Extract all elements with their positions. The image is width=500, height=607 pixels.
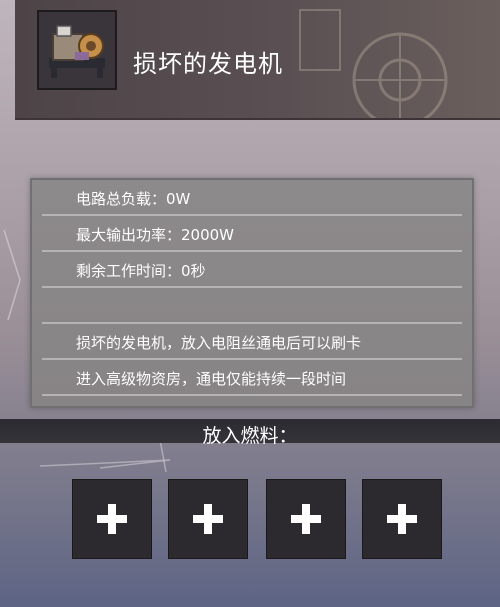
fuel-slot-3[interactable] [266,479,346,559]
info-row-description-2: 进入高级物资房，通电仅能持续一段时间 [42,360,462,396]
fuel-title: 放入燃料： [202,425,298,447]
plus-icon [193,504,223,534]
generator-header: 损坏的发电机 [15,0,500,120]
generator-name: 损坏的发电机 [133,50,283,78]
machine-background-decoration [299,9,448,118]
max-output-text: 最大输出功率：2000W [76,226,235,244]
description-line-2: 进入高级物资房，通电仅能持续一段时间 [76,370,347,388]
plus-icon [291,504,321,534]
remaining-time-text: 剩余工作时间：0秒 [76,262,206,280]
generator-info-panel: 电路总负载：0W 最大输出功率：2000W 剩余工作时间：0秒 损坏的发电机，放… [30,178,474,408]
fuel-slot-4[interactable] [362,479,442,559]
info-row-remaining-time: 剩余工作时间：0秒 [42,252,462,288]
generator-icon [37,10,117,90]
info-row-max-output: 最大输出功率：2000W [42,216,462,252]
plus-icon [387,504,417,534]
plus-icon [97,504,127,534]
info-row-circuit-load: 电路总负载：0W [42,180,462,216]
info-row-description-1: 损坏的发电机，放入电阻丝通电后可以刷卡 [42,324,462,360]
fuel-slot-2[interactable] [168,479,248,559]
description-line-1: 损坏的发电机，放入电阻丝通电后可以刷卡 [76,334,362,352]
circuit-load-text: 电路总负载：0W [76,190,191,208]
info-row-empty [42,288,462,324]
fuel-slot-1[interactable] [72,479,152,559]
